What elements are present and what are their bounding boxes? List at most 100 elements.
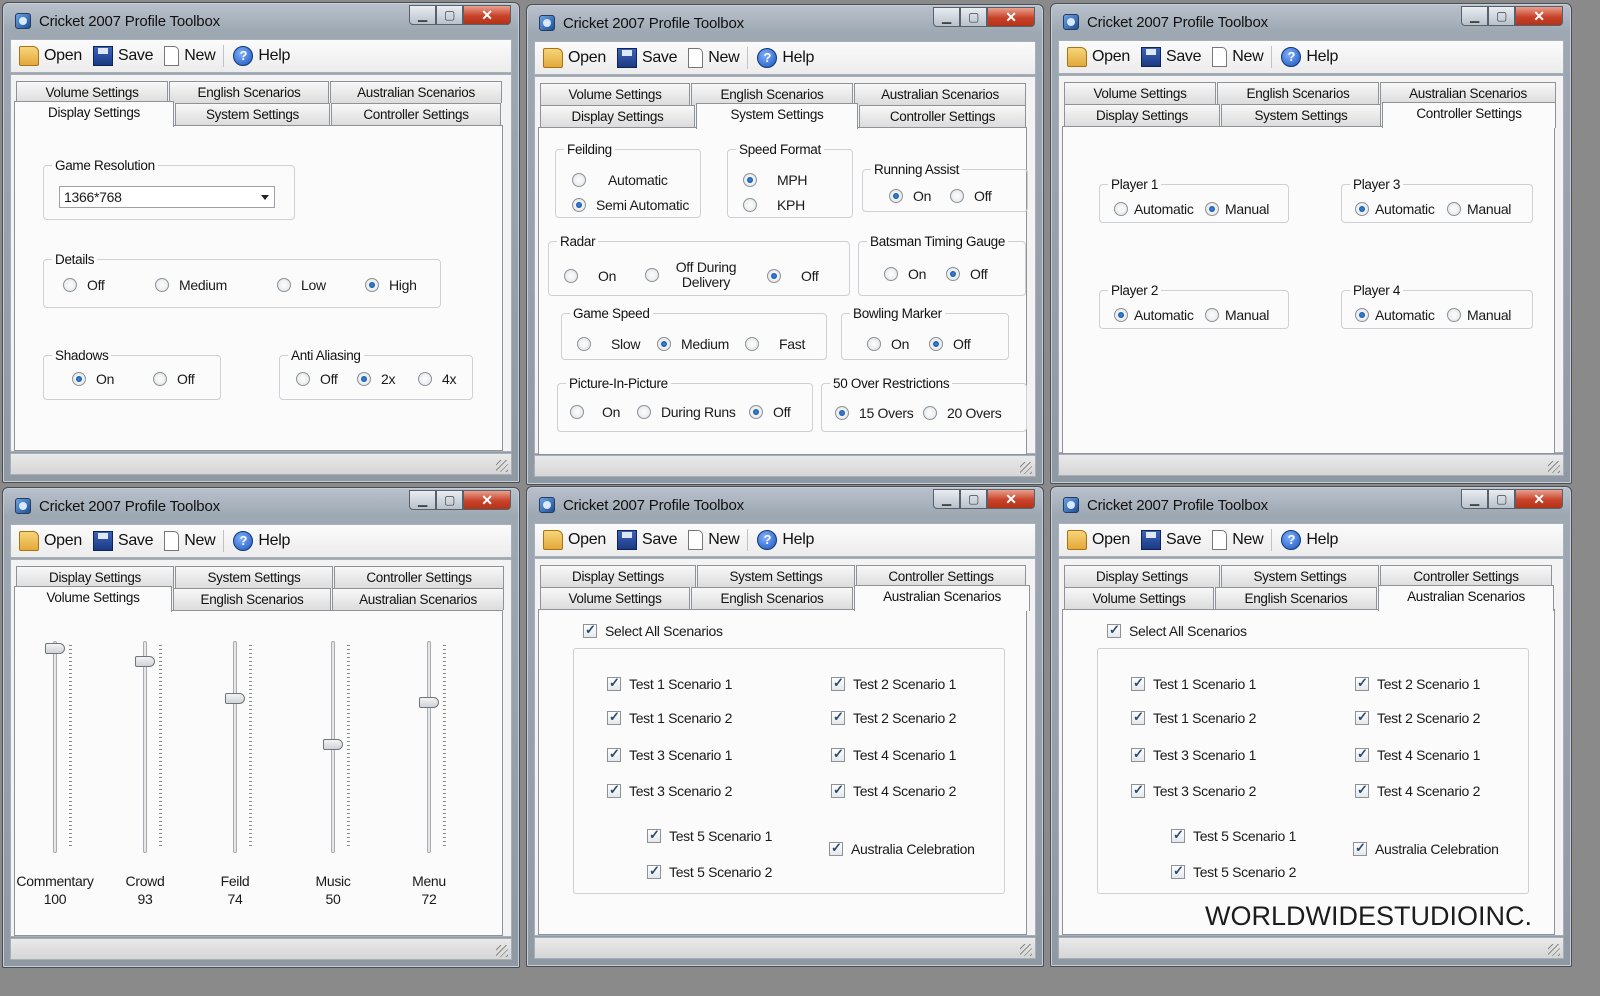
maximize-button[interactable]: ▢ [436, 490, 463, 510]
speed-mph-radio[interactable]: MPH [743, 172, 808, 188]
details-medium-radio[interactable]: Medium [155, 277, 227, 293]
tab-volume-settings[interactable]: Volume Settings [1064, 82, 1216, 104]
details-low-radio[interactable]: Low [277, 277, 326, 293]
save-button[interactable]: Save [616, 48, 678, 68]
tab-display-settings[interactable]: Display Settings [540, 105, 695, 127]
help-button[interactable]: ? Help [1281, 530, 1338, 550]
game-resolution-dropdown[interactable]: 1366*768 [59, 186, 275, 208]
open-button[interactable]: Open [1067, 530, 1130, 550]
tab-australian-scenarios[interactable]: Australian Scenarios [330, 81, 502, 103]
scenario-checkbox[interactable]: Test 5 Scenario 2 [1171, 863, 1296, 880]
scenario-checkbox[interactable]: Test 4 Scenario 2 [831, 782, 956, 799]
tab-display-settings[interactable]: Display Settings [1064, 565, 1220, 587]
crowd-slider-track[interactable] [143, 641, 147, 853]
help-button[interactable]: ? Help [1281, 47, 1338, 67]
timing-on-radio[interactable]: On [884, 266, 926, 282]
close-button[interactable]: ✕ [987, 7, 1035, 27]
open-button[interactable]: Open [1067, 47, 1130, 67]
minimize-button[interactable]: ▁ [1461, 489, 1488, 509]
tab-system-settings[interactable]: System Settings [1221, 565, 1379, 587]
pip-on-radio[interactable]: On [570, 404, 620, 420]
tab-australian-scenarios[interactable]: Australian Scenarios [854, 83, 1026, 105]
speed-medium-radio[interactable]: Medium [657, 336, 729, 352]
tab-display-settings[interactable]: Display Settings [16, 566, 174, 588]
title-bar[interactable]: Cricket 2007 Profile Toolbox ▁ ▢ ✕ [527, 5, 1043, 41]
tab-volume-settings[interactable]: Volume Settings [14, 586, 172, 612]
shadows-on-radio[interactable]: On [72, 371, 114, 387]
pip-during-runs-radio[interactable]: During Runs [637, 404, 736, 420]
tab-controller-settings[interactable]: Controller Settings [1380, 565, 1552, 587]
player-4-automatic-radio[interactable]: Automatic [1355, 307, 1435, 323]
tab-system-settings[interactable]: System Settings [175, 103, 330, 125]
australia-celebration-checkbox[interactable]: Australia Celebration [1353, 840, 1499, 857]
menu-slider-thumb[interactable] [419, 696, 439, 708]
scenario-checkbox[interactable]: Test 3 Scenario 1 [607, 746, 732, 763]
tab-australian-scenarios[interactable]: Australian Scenarios [1378, 585, 1554, 611]
commentary-slider-track[interactable] [53, 641, 57, 853]
tab-controller-settings[interactable]: Controller Settings [856, 565, 1026, 587]
resize-grip-icon[interactable] [1020, 944, 1032, 956]
aa-off-radio[interactable]: Off [296, 371, 338, 387]
player-3-automatic-radio[interactable]: Automatic [1355, 201, 1435, 217]
scenario-checkbox[interactable]: Test 5 Scenario 2 [647, 863, 772, 880]
scenario-checkbox[interactable]: Test 1 Scenario 1 [607, 675, 732, 692]
speed-slow-radio[interactable]: Slow [577, 336, 640, 352]
save-button[interactable]: Save [92, 46, 154, 66]
feild-slider-thumb[interactable] [225, 692, 245, 704]
radar-off-radio[interactable]: Off [767, 268, 819, 284]
player-4-manual-radio[interactable]: Manual [1447, 307, 1511, 323]
resize-grip-icon[interactable] [1548, 944, 1560, 956]
tab-controller-settings[interactable]: Controller Settings [334, 566, 504, 588]
open-button[interactable]: Open [543, 530, 606, 550]
minimize-button[interactable]: ▁ [409, 490, 436, 510]
tab-display-settings[interactable]: Display Settings [1064, 104, 1220, 126]
close-button[interactable]: ✕ [463, 5, 511, 25]
player-1-automatic-radio[interactable]: Automatic [1114, 201, 1194, 217]
tab-system-settings[interactable]: System Settings [697, 565, 855, 587]
new-button[interactable]: New [1212, 530, 1264, 550]
player-2-automatic-radio[interactable]: Automatic [1114, 307, 1194, 323]
title-bar[interactable]: Cricket 2007 Profile Toolbox ▁ ▢ ✕ [1051, 4, 1571, 40]
feild-slider-track[interactable] [233, 641, 237, 853]
close-button[interactable]: ✕ [987, 489, 1035, 509]
scenario-checkbox[interactable]: Test 2 Scenario 1 [831, 675, 956, 692]
tab-volume-settings[interactable]: Volume Settings [16, 81, 168, 103]
player-1-manual-radio[interactable]: Manual [1205, 201, 1269, 217]
details-off-radio[interactable]: Off [63, 277, 105, 293]
tab-australian-scenarios[interactable]: Australian Scenarios [1380, 82, 1556, 104]
select-all-scenarios-checkbox[interactable]: Select All Scenarios [583, 622, 723, 639]
open-button[interactable]: Open [19, 46, 82, 66]
running-on-radio[interactable]: On [889, 188, 931, 204]
tab-system-settings[interactable]: System Settings [175, 566, 333, 588]
speed-kph-radio[interactable]: KPH [743, 197, 805, 213]
crowd-slider-thumb[interactable] [135, 656, 155, 668]
music-slider-thumb[interactable] [323, 739, 343, 750]
scenario-checkbox[interactable]: Test 3 Scenario 1 [1131, 746, 1256, 763]
fielding-automatic-radio[interactable]: Automatic [572, 172, 668, 188]
save-button[interactable]: Save [1140, 530, 1202, 550]
save-button[interactable]: Save [92, 531, 154, 551]
new-button[interactable]: New [164, 531, 216, 551]
select-all-scenarios-checkbox[interactable]: Select All Scenarios [1107, 622, 1247, 639]
tab-australian-scenarios[interactable]: Australian Scenarios [332, 588, 504, 610]
minimize-button[interactable]: ▁ [409, 5, 436, 25]
tab-controller-settings[interactable]: Controller Settings [331, 103, 501, 125]
minimize-button[interactable]: ▁ [933, 489, 960, 509]
tab-australian-scenarios[interactable]: Australian Scenarios [854, 585, 1030, 611]
maximize-button[interactable]: ▢ [960, 489, 987, 509]
scenario-checkbox[interactable]: Test 3 Scenario 2 [1131, 782, 1256, 799]
resize-grip-icon[interactable] [1548, 461, 1560, 473]
title-bar[interactable]: Cricket 2007 Profile Toolbox ▁ ▢ ✕ [527, 487, 1043, 523]
scenario-checkbox[interactable]: Test 4 Scenario 2 [1355, 782, 1480, 799]
close-button[interactable]: ✕ [463, 490, 511, 510]
bowling-off-radio[interactable]: Off [929, 336, 971, 352]
new-button[interactable]: New [688, 530, 740, 550]
tab-english-scenarios[interactable]: English Scenarios [169, 81, 329, 103]
overs-20-radio[interactable]: 20 Overs [923, 405, 1002, 421]
close-button[interactable]: ✕ [1515, 6, 1563, 26]
resize-grip-icon[interactable] [1020, 462, 1032, 474]
tab-english-scenarios[interactable]: English Scenarios [1217, 82, 1379, 104]
maximize-button[interactable]: ▢ [960, 7, 987, 27]
title-bar[interactable]: Cricket 2007 Profile Toolbox ▁ ▢ ✕ [1051, 487, 1571, 523]
bowling-on-radio[interactable]: On [867, 336, 909, 352]
